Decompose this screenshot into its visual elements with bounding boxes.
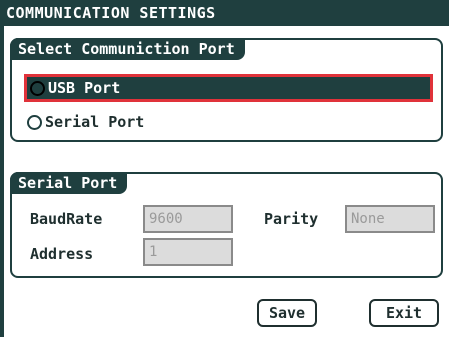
save-button[interactable]: Save	[257, 299, 317, 327]
parity-label: Parity	[264, 210, 319, 228]
baudrate-label: BaudRate	[30, 210, 103, 228]
exit-button[interactable]: Exit	[369, 299, 439, 327]
serial-port-radio-icon[interactable]	[27, 114, 42, 130]
usb-port-radio-icon[interactable]	[30, 80, 45, 96]
parity-field[interactable]: None	[345, 205, 435, 233]
serial-port-label: Serial Port	[45, 113, 145, 131]
address-field[interactable]: 1	[143, 238, 233, 266]
serial-port-group-label: Serial Port	[10, 172, 128, 194]
communication-settings-window: COMMUNICATION SETTINGS Select Communicti…	[0, 0, 449, 337]
usb-port-option[interactable]: USB Port	[24, 74, 433, 102]
serial-port-group: Serial Port BaudRate 9600 Parity None Ad…	[10, 172, 443, 278]
baudrate-field[interactable]: 9600	[143, 205, 233, 233]
window-left-border	[0, 26, 4, 337]
port-select-group-label: Select Communiction Port	[10, 38, 245, 60]
window-title: COMMUNICATION SETTINGS	[0, 0, 449, 26]
usb-port-label: USB Port	[48, 79, 121, 97]
address-label: Address	[30, 245, 94, 263]
serial-port-option[interactable]: Serial Port	[24, 108, 204, 136]
port-select-group: Select Communiction Port USB Port Serial…	[10, 38, 443, 142]
